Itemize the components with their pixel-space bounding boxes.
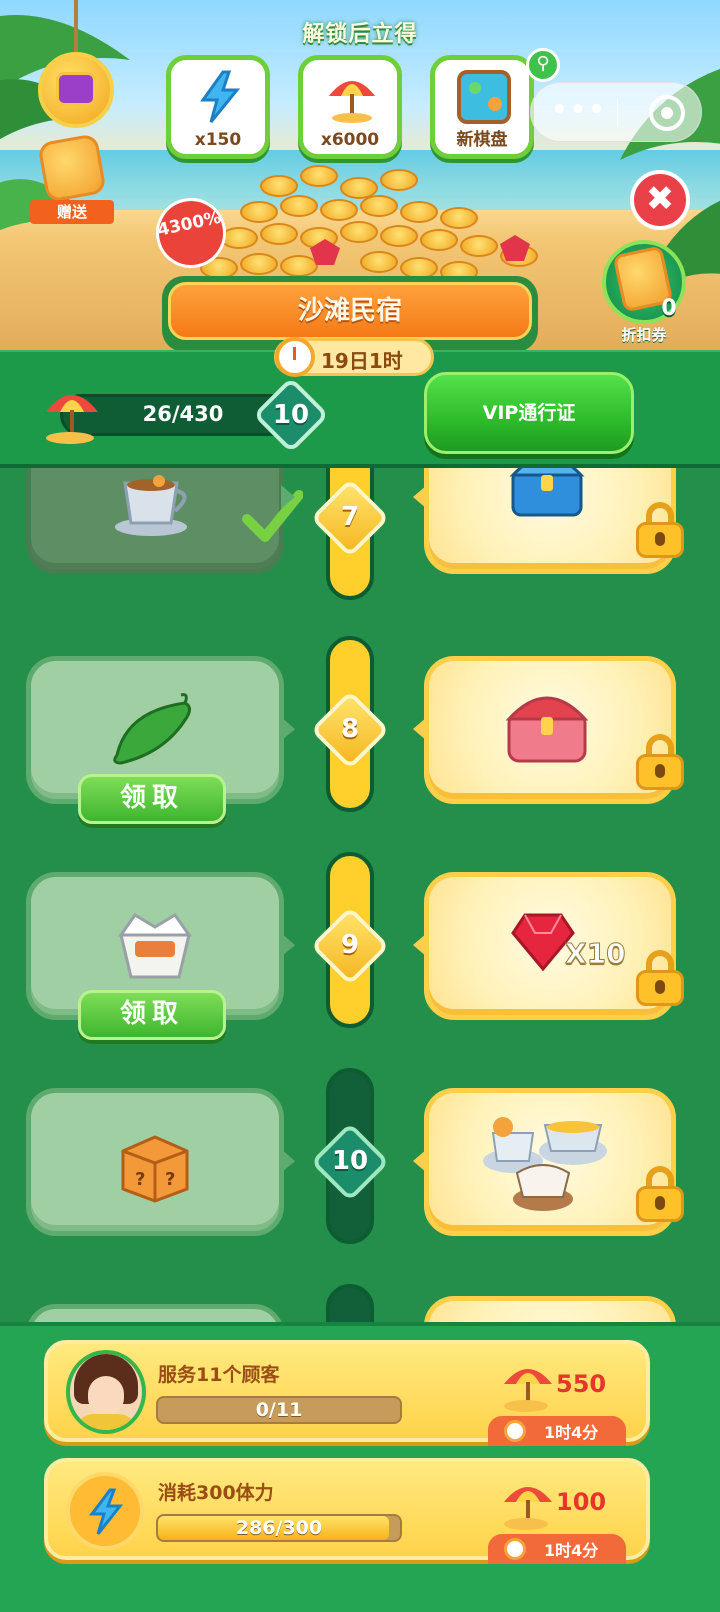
energy-bolt-icon — [89, 1488, 124, 1535]
blue-chest-icon — [509, 468, 585, 517]
new-board-icon — [457, 70, 511, 124]
task-card-consume-energy[interactable]: 消耗300体力 286/300 100 1时4分 — [44, 1458, 650, 1564]
discount-coupon-button[interactable]: 0 折扣券 — [596, 240, 692, 348]
lock-icon — [636, 502, 684, 558]
red-chest-icon — [505, 696, 589, 763]
beach-umbrella-icon — [46, 395, 98, 444]
event-header-scene: 赠送 解锁后立得 x150 x6000 新棋盘 ⚲ ••• 4300% ✖ 0 … — [0, 0, 720, 350]
energy-badge — [66, 1472, 144, 1550]
gift-ticket-button[interactable]: 赠送 — [30, 133, 114, 224]
reward-label: 新棋盘 — [456, 130, 508, 150]
task-timer-text: 1时4分 — [544, 1541, 599, 1560]
task-progress-text: 286/300 — [235, 1517, 323, 1539]
miniprogram-capsule: ••• — [530, 82, 702, 142]
tea-cup-icon — [115, 475, 187, 536]
claim-button-level-8[interactable]: 领取 — [78, 774, 226, 824]
svg-text:?: ? — [165, 1169, 175, 1190]
mystery-box-icon: ? ? — [121, 1135, 189, 1203]
reward-label: x6000 — [320, 130, 380, 150]
task-card-serve-customers[interactable]: 服务11个顾客 0/11 550 1时4分 — [44, 1340, 650, 1446]
task-title: 消耗300体力 — [158, 1482, 274, 1504]
coupon-count: 0 — [661, 296, 677, 321]
task-timer-text: 1时4分 — [544, 1423, 599, 1442]
claim-button-level-9[interactable]: 领取 — [78, 990, 226, 1040]
check-icon — [242, 490, 303, 542]
clock-icon — [275, 337, 315, 377]
reward-track-list[interactable]: 7 8 领取 9 X10 领取 ? ? 10 — [0, 468, 720, 1328]
lock-icon — [636, 1166, 684, 1222]
level-number: 10 — [331, 1146, 369, 1176]
free-reward-card[interactable] — [26, 468, 303, 574]
task-timer: 1时4分 — [488, 1534, 626, 1564]
ticket-icon — [37, 133, 107, 203]
beach-umbrella-icon — [329, 81, 375, 123]
level-number: 7 — [340, 502, 360, 532]
level-number: 9 — [340, 930, 360, 960]
svg-text:?: ? — [135, 1169, 145, 1190]
gem-count: X10 — [565, 937, 627, 971]
task-reward-count: 550 — [556, 1370, 607, 1398]
treasure-chest-pendant[interactable] — [38, 52, 114, 128]
lock-icon — [636, 734, 684, 790]
unlock-rewards-title: 解锁后立得 — [302, 22, 418, 47]
task-title: 服务11个顾客 — [158, 1364, 280, 1386]
reward-row-7: 7 — [0, 468, 720, 638]
task-reward-count: 100 — [556, 1488, 607, 1516]
coupon-label: 折扣券 — [621, 326, 667, 344]
task-progress-bar: 0/11 — [156, 1396, 402, 1424]
energy-bolt-icon — [200, 70, 241, 123]
clock-icon — [504, 1538, 526, 1560]
event-timer: 19日1时 — [274, 337, 434, 377]
event-ribbon: 沙滩民宿 — [168, 282, 532, 340]
task-timer: 1时4分 — [488, 1416, 626, 1446]
reward-row-10: ? ? 10 — [0, 1068, 720, 1272]
vip-pass-button[interactable]: VIP通行证 — [424, 372, 634, 454]
event-timer-text: 19日1时 — [321, 349, 403, 373]
level-number: 8 — [340, 714, 360, 744]
task-progress-bar: 286/300 — [156, 1514, 402, 1542]
clock-icon — [504, 1420, 526, 1442]
food-set-icon — [483, 1117, 607, 1211]
free-reward-card[interactable]: ? ? — [26, 1088, 295, 1236]
task-panel: 服务11个顾客 0/11 550 1时4分 消耗300体力 286/300 10… — [0, 1322, 720, 1612]
customer-avatar — [66, 1350, 146, 1434]
lock-icon — [636, 950, 684, 1006]
reward-card-energy[interactable]: x150 — [166, 55, 270, 159]
capsule-divider — [617, 99, 618, 127]
gift-label: 赠送 — [30, 200, 114, 224]
reward-card-umbrella[interactable]: x6000 — [298, 55, 402, 159]
close-button[interactable]: ✖ — [630, 170, 690, 230]
cucumber-icon — [113, 693, 192, 765]
takeout-box-icon — [118, 912, 192, 979]
close-miniprogram-button[interactable] — [649, 95, 685, 131]
search-icon[interactable]: ⚲ — [526, 48, 560, 82]
purple-chest-icon — [56, 72, 96, 106]
beach-umbrella-icon — [504, 1369, 552, 1412]
reward-card-board[interactable]: 新棋盘 — [430, 55, 534, 159]
reward-label: x150 — [194, 130, 242, 150]
event-title: 沙滩民宿 — [297, 296, 402, 326]
task-progress-text: 0/11 — [255, 1399, 303, 1421]
beach-umbrella-icon — [504, 1487, 552, 1530]
xp-progress-text: 26/430 — [142, 402, 224, 426]
current-level: 10 — [272, 400, 310, 430]
more-dots-button[interactable]: ••• — [551, 97, 607, 123]
